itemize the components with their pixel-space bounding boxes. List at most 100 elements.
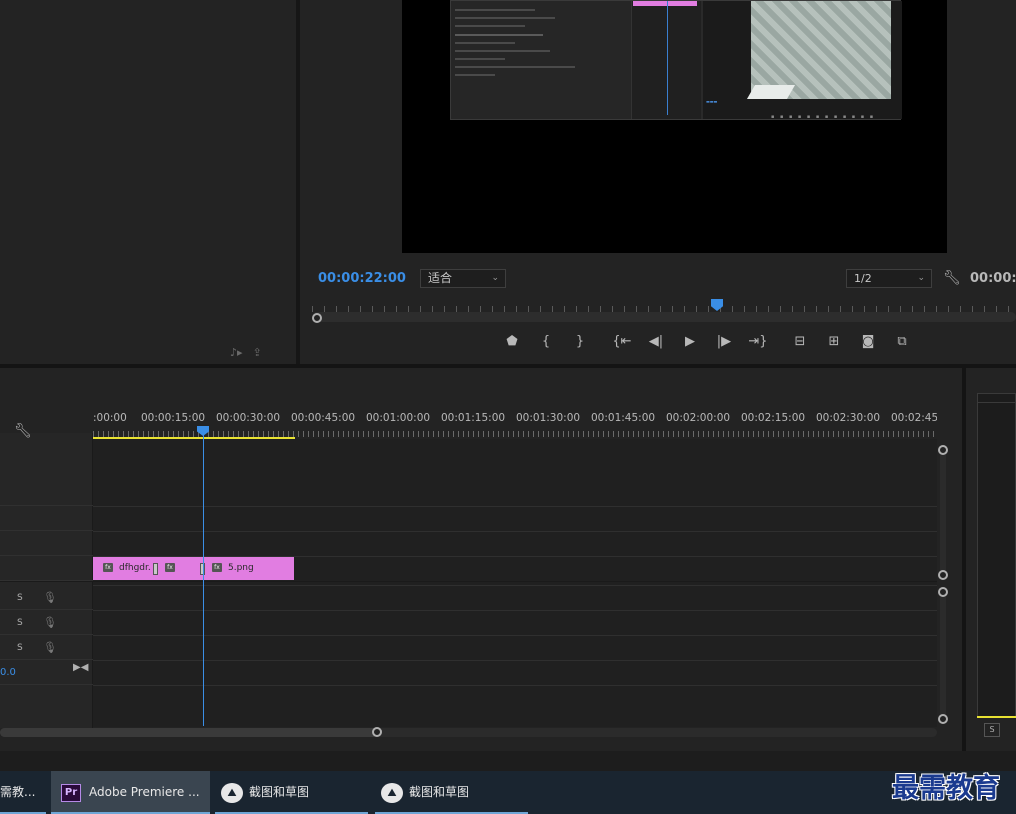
lift-icon[interactable]: ⊟ bbox=[783, 333, 817, 351]
track-headers bbox=[0, 433, 93, 728]
fx-badge-icon: fx bbox=[103, 563, 113, 572]
snip-sketch-icon: ⛰ bbox=[221, 782, 243, 803]
program-time-ruler[interactable] bbox=[312, 298, 1016, 312]
ruler-tick-label: 00:02:15:00 bbox=[741, 412, 806, 424]
timeline-panel: 🔧︎ :00:00 00:00:15:00 00:00:30:00 00:00:… bbox=[0, 368, 962, 751]
ruler-tick-label: :00:00 bbox=[93, 412, 127, 424]
clip-label: 5.png bbox=[228, 563, 254, 573]
taskbar-item-premiere[interactable]: Pr Adobe Premiere ... bbox=[51, 771, 210, 814]
transport-controls: ⬟ { } {⇤ ◀| ▶ |▶ ⇥} ⊟ ⊞ ◙ ⧉ bbox=[495, 333, 919, 351]
taskbar-item-label: 需教... bbox=[0, 785, 36, 799]
track-area[interactable]: fx dfhgdr. fx fx 5.png bbox=[93, 439, 937, 727]
go-to-in-icon[interactable]: {⇤ bbox=[605, 333, 639, 351]
export-icon[interactable]: ⇪ bbox=[253, 346, 262, 359]
master-volume-value[interactable]: 0.0 bbox=[0, 667, 16, 678]
scroll-thumb[interactable] bbox=[0, 728, 378, 737]
ruler-tick-label: 00:01:00:00 bbox=[366, 412, 431, 424]
resolution-value: 1/2 bbox=[854, 272, 872, 285]
audio-meter-panel: S bbox=[966, 368, 1016, 751]
zoom-fit-select[interactable]: 适合 ⌄ bbox=[420, 269, 506, 288]
step-forward-icon[interactable]: |▶ bbox=[707, 333, 741, 351]
program-video-frame: ▬▬▬ ▪ ▪ ▪ ▪ ▪ ▪ ▪ ▪ ▪ ▪ ▪ ▪ bbox=[402, 0, 947, 253]
step-back-icon[interactable]: ◀| bbox=[639, 333, 673, 351]
ruler-tick-label: 00:01:15:00 bbox=[441, 412, 506, 424]
embedded-mini-timeline bbox=[631, 1, 701, 119]
microphone-icon[interactable]: 🎙︎ bbox=[43, 616, 57, 629]
fx-badge-icon: fx bbox=[165, 563, 175, 572]
ruler-tick-label: 00:02:30:00 bbox=[816, 412, 881, 424]
wrench-icon[interactable]: 🔧︎ bbox=[943, 270, 961, 286]
solo-track-button[interactable]: S bbox=[17, 618, 23, 628]
program-duration: 00:00:4 bbox=[970, 271, 1016, 286]
solo-track-button[interactable]: S bbox=[17, 643, 23, 653]
video-clip[interactable]: fx dfhgdr. bbox=[93, 557, 155, 580]
ruler-tick-label: 00:00:30:00 bbox=[216, 412, 281, 424]
premiere-pro-icon: Pr bbox=[61, 783, 81, 802]
program-monitor: ▬▬▬ ▪ ▪ ▪ ▪ ▪ ▪ ▪ ▪ ▪ ▪ ▪ ▪ 00:00:22:00 … bbox=[300, 0, 1016, 364]
timeline-ruler[interactable]: :00:00 00:00:15:00 00:00:30:00 00:00:45:… bbox=[93, 412, 937, 424]
clip-edit-point[interactable] bbox=[153, 563, 158, 575]
embedded-transport: ▪ ▪ ▪ ▪ ▪ ▪ ▪ ▪ ▪ ▪ ▪ ▪ bbox=[771, 114, 876, 120]
embedded-playhead bbox=[667, 1, 668, 115]
audio-meter-level bbox=[977, 716, 1016, 718]
video-clip[interactable]: fx bbox=[155, 557, 202, 580]
project-panel-icons: ♪▸ ⇪ bbox=[230, 346, 262, 359]
ruler-tick-label: 00:02:45:0 bbox=[891, 412, 937, 424]
audio-meter-header bbox=[977, 393, 1016, 403]
microphone-icon[interactable]: 🎙︎ bbox=[43, 591, 57, 604]
scroll-handle[interactable] bbox=[938, 587, 948, 597]
play-icon[interactable]: ▶ bbox=[673, 333, 707, 351]
solo-button[interactable]: S bbox=[984, 723, 1000, 737]
scroll-handle[interactable] bbox=[938, 714, 948, 724]
ruler-tick-label: 00:00:15:00 bbox=[141, 412, 206, 424]
video-tracks-scrollbar[interactable] bbox=[940, 450, 946, 574]
ruler-tick-label: 00:01:30:00 bbox=[516, 412, 581, 424]
compare-view-icon[interactable]: ⧉ bbox=[885, 333, 919, 351]
microphone-icon[interactable]: 🎙︎ bbox=[43, 641, 57, 654]
watermark-logo: 最需教育 bbox=[892, 773, 1000, 804]
embedded-effect-controls bbox=[451, 1, 631, 119]
extract-icon[interactable]: ⊞ bbox=[817, 333, 851, 351]
taskbar-item-snip[interactable]: ⛰ 截图和草图 bbox=[375, 771, 528, 814]
video-clip[interactable]: fx 5.png bbox=[202, 557, 294, 580]
mark-out-icon[interactable]: } bbox=[563, 333, 597, 351]
taskbar-item-snip[interactable]: ⛰ 截图和草图 bbox=[215, 771, 368, 814]
scroll-handle[interactable] bbox=[372, 727, 382, 737]
taskbar-item-label: Adobe Premiere ... bbox=[89, 785, 200, 799]
music-icon[interactable]: ♪▸ bbox=[230, 346, 243, 359]
wrench-icon[interactable]: 🔧︎ bbox=[14, 423, 32, 439]
mark-in-icon[interactable]: { bbox=[529, 333, 563, 351]
embedded-timecode: ▬▬▬ bbox=[706, 99, 718, 104]
taskbar: 需教... Pr Adobe Premiere ... ⛰ 截图和草图 ⛰ 截图和草图 bbox=[0, 771, 1016, 814]
audio-meter bbox=[977, 393, 1016, 718]
taskbar-item-label: 截图和草图 bbox=[249, 785, 310, 799]
playback-resolution-select[interactable]: 1/2 ⌄ bbox=[846, 269, 932, 288]
scroll-handle[interactable] bbox=[938, 570, 948, 580]
ruler-tick-label: 00:00:45:00 bbox=[291, 412, 356, 424]
clip-label: dfhgdr. bbox=[119, 563, 151, 573]
embedded-photo bbox=[751, 1, 891, 99]
taskbar-item-label: 截图和草图 bbox=[409, 785, 470, 799]
program-zoom-bar[interactable] bbox=[312, 312, 1016, 322]
zoom-handle[interactable] bbox=[312, 313, 322, 323]
audio-tracks-scrollbar[interactable] bbox=[940, 592, 946, 720]
bowtie-icon[interactable]: ▶◀ bbox=[73, 662, 88, 673]
go-to-out-icon[interactable]: ⇥} bbox=[741, 333, 775, 351]
project-panel: ♪▸ ⇪ bbox=[0, 0, 296, 364]
zoom-fit-value: 适合 bbox=[428, 271, 453, 285]
solo-track-button[interactable]: S bbox=[17, 593, 23, 603]
snip-sketch-icon: ⛰ bbox=[381, 782, 403, 803]
scroll-handle[interactable] bbox=[938, 445, 948, 455]
embedded-clip bbox=[633, 1, 697, 6]
add-marker-icon[interactable]: ⬟ bbox=[495, 333, 529, 351]
timeline-playhead-line bbox=[203, 434, 204, 726]
ruler-tick-label: 00:02:00:00 bbox=[666, 412, 731, 424]
chevron-down-icon: ⌄ bbox=[917, 273, 925, 283]
program-timecode[interactable]: 00:00:22:00 bbox=[318, 271, 406, 286]
embedded-screenshot: ▬▬▬ ▪ ▪ ▪ ▪ ▪ ▪ ▪ ▪ ▪ ▪ ▪ ▪ bbox=[450, 0, 902, 120]
taskbar-item[interactable]: 需教... bbox=[0, 771, 46, 814]
fx-badge-icon: fx bbox=[212, 563, 222, 572]
camera-icon[interactable]: ◙ bbox=[851, 333, 885, 351]
chevron-down-icon: ⌄ bbox=[491, 273, 499, 283]
ruler-tick-label: 00:01:45:00 bbox=[591, 412, 656, 424]
